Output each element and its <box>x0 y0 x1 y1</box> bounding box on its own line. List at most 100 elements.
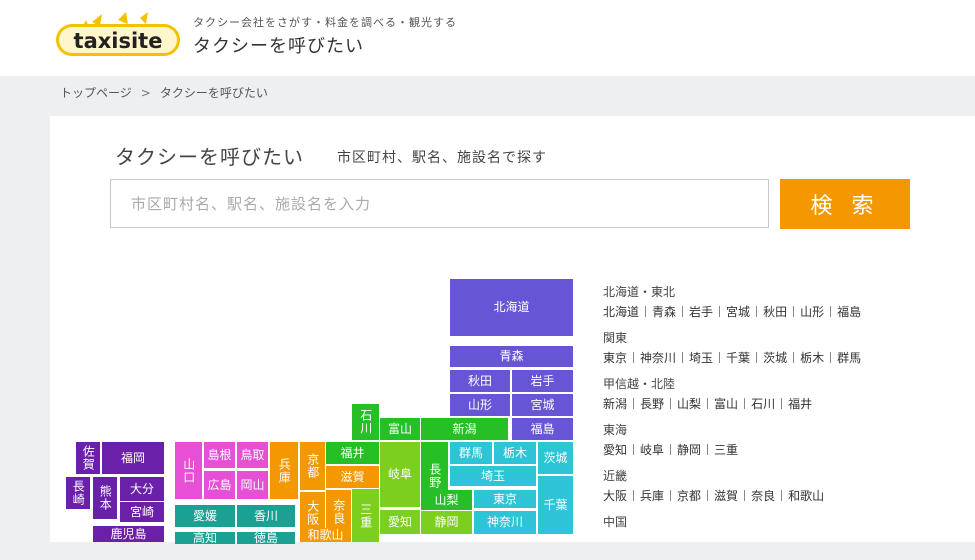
prefecture-link[interactable]: 静岡 <box>677 443 701 457</box>
prefecture-oita[interactable]: 大分 <box>120 477 164 501</box>
prefecture-gunma[interactable]: 群馬 <box>450 442 492 464</box>
prefecture-link[interactable]: 北海道 <box>603 305 639 319</box>
prefecture-tochigi[interactable]: 栃木 <box>494 442 536 464</box>
prefecture-link[interactable]: 秋田 <box>763 305 787 319</box>
link-divider <box>670 398 672 409</box>
link-divider <box>633 490 635 501</box>
prefecture-link[interactable]: 千葉 <box>726 351 750 365</box>
prefecture-niigata[interactable]: 新潟 <box>421 418 508 440</box>
prefecture-fukushima[interactable]: 福島 <box>512 418 573 440</box>
prefecture-link[interactable]: 大阪 <box>603 489 627 503</box>
prefecture-gifu[interactable]: 岐阜 <box>380 442 420 507</box>
prefecture-miyazaki[interactable]: 宮崎 <box>120 502 164 522</box>
prefecture-link[interactable]: 福島 <box>837 305 861 319</box>
prefecture-link[interactable]: 福井 <box>788 397 812 411</box>
prefecture-link[interactable]: 富山 <box>714 397 738 411</box>
prefecture-nagasaki[interactable]: 長崎 <box>66 477 90 509</box>
prefecture-link[interactable]: 新潟 <box>603 397 627 411</box>
prefecture-kumamoto[interactable]: 熊本 <box>93 477 117 519</box>
breadcrumb-home[interactable]: トップページ <box>60 86 132 100</box>
prefecture-kagoshima[interactable]: 鹿児島 <box>93 526 164 542</box>
prefecture-link[interactable]: 和歌山 <box>788 489 824 503</box>
link-divider <box>645 306 647 317</box>
link-divider <box>830 352 832 363</box>
prefecture-link[interactable]: 岐阜 <box>640 443 664 457</box>
prefecture-ehime[interactable]: 愛媛 <box>175 505 235 527</box>
prefecture-link[interactable]: 埼玉 <box>689 351 713 365</box>
prefecture-ibaraki[interactable]: 茨城 <box>538 442 573 474</box>
prefecture-yamanashi[interactable]: 山梨 <box>421 490 472 510</box>
prefecture-fukuoka[interactable]: 福岡 <box>102 442 164 474</box>
prefecture-wakayama[interactable]: 和歌山 <box>300 528 351 542</box>
link-divider <box>670 490 672 501</box>
prefecture-link[interactable]: 滋賀 <box>714 489 738 503</box>
region-prefecture-links <box>603 531 903 554</box>
prefecture-aomori[interactable]: 青森 <box>450 346 573 367</box>
search-button[interactable]: 検 索 <box>780 179 910 229</box>
prefecture-link[interactable]: 長野 <box>640 397 664 411</box>
prefecture-shiga[interactable]: 滋賀 <box>326 466 379 488</box>
taxisite-logo[interactable]: taxisite <box>56 12 180 60</box>
prefecture-link[interactable]: 栃木 <box>800 351 824 365</box>
region-block: 北海道・東北 北海道 青森 岩手 宮城 秋田 山形 福島 <box>603 284 903 324</box>
link-divider <box>670 444 672 455</box>
prefecture-yamagata[interactable]: 山形 <box>450 394 510 416</box>
link-divider <box>756 306 758 317</box>
search-title: タクシーを呼びたい <box>115 145 304 169</box>
prefecture-tokushima[interactable]: 徳島 <box>237 532 295 544</box>
prefecture-saitama[interactable]: 埼玉 <box>450 466 536 486</box>
region-block: 近畿 大阪 兵庫 京都 滋賀 奈良 和歌山 <box>603 468 903 508</box>
prefecture-link[interactable]: 三重 <box>714 443 738 457</box>
prefecture-fukui[interactable]: 福井 <box>326 442 379 464</box>
prefecture-tokyo[interactable]: 東京 <box>474 490 536 508</box>
prefecture-mie[interactable]: 三重 <box>352 489 379 542</box>
site-header: taxisite タクシー会社をさがす・料金を調べる・観光する タクシーを呼びた… <box>0 0 975 76</box>
prefecture-kyoto[interactable]: 京都 <box>300 442 325 490</box>
prefecture-shimane[interactable]: 島根 <box>204 442 235 468</box>
prefecture-link[interactable]: 宮城 <box>726 305 750 319</box>
region-prefecture-links: 北海道 青森 岩手 宮城 秋田 山形 福島 <box>603 301 903 324</box>
prefecture-kagawa[interactable]: 香川 <box>237 505 295 527</box>
prefecture-link[interactable]: 群馬 <box>837 351 861 365</box>
prefecture-link[interactable]: 神奈川 <box>640 351 676 365</box>
prefecture-link[interactable]: 愛知 <box>603 443 627 457</box>
prefecture-link[interactable]: 東京 <box>603 351 627 365</box>
search-input[interactable] <box>110 179 769 228</box>
prefecture-link[interactable]: 茨城 <box>763 351 787 365</box>
prefecture-saga[interactable]: 佐賀 <box>76 442 100 474</box>
link-divider <box>781 398 783 409</box>
prefecture-hyogo[interactable]: 兵庫 <box>270 442 298 499</box>
link-divider <box>830 306 832 317</box>
prefecture-ishikawa[interactable]: 石川 <box>352 404 379 440</box>
prefecture-link[interactable]: 兵庫 <box>640 489 664 503</box>
prefecture-okayama[interactable]: 岡山 <box>237 471 268 499</box>
prefecture-toyama[interactable]: 富山 <box>380 418 420 440</box>
prefecture-link[interactable]: 青森 <box>652 305 676 319</box>
prefecture-akita[interactable]: 秋田 <box>450 370 510 392</box>
region-name: 東海 <box>603 423 628 437</box>
header-title: タクシーを呼びたい <box>193 36 364 57</box>
region-prefecture-links: 新潟 長野 山梨 富山 石川 福井 <box>603 393 903 416</box>
prefecture-link[interactable]: 石川 <box>751 397 775 411</box>
region-block: 甲信越・北陸 新潟 長野 山梨 富山 石川 福井 <box>603 376 903 416</box>
link-divider <box>707 444 709 455</box>
region-name: 関東 <box>603 331 628 345</box>
prefecture-link[interactable]: 奈良 <box>751 489 775 503</box>
prefecture-yamaguchi[interactable]: 山口 <box>175 442 202 499</box>
link-divider <box>719 306 721 317</box>
prefecture-hokkaido[interactable]: 北海道 <box>450 279 573 336</box>
prefecture-hiroshima[interactable]: 広島 <box>204 471 235 499</box>
prefecture-link[interactable]: 山形 <box>800 305 824 319</box>
prefecture-kochi[interactable]: 高知 <box>175 532 235 544</box>
prefecture-iwate[interactable]: 岩手 <box>512 370 573 392</box>
prefecture-kanagawa[interactable]: 神奈川 <box>474 511 536 534</box>
prefecture-link[interactable]: 岩手 <box>689 305 713 319</box>
prefecture-link[interactable]: 京都 <box>677 489 701 503</box>
breadcrumb-current: タクシーを呼びたい <box>159 86 268 100</box>
prefecture-shizuoka[interactable]: 静岡 <box>421 511 472 534</box>
prefecture-chiba[interactable]: 千葉 <box>538 476 573 534</box>
prefecture-aichi[interactable]: 愛知 <box>380 510 420 534</box>
prefecture-tottori[interactable]: 鳥取 <box>237 442 268 468</box>
prefecture-miyagi[interactable]: 宮城 <box>512 394 573 416</box>
prefecture-link[interactable]: 山梨 <box>677 397 701 411</box>
